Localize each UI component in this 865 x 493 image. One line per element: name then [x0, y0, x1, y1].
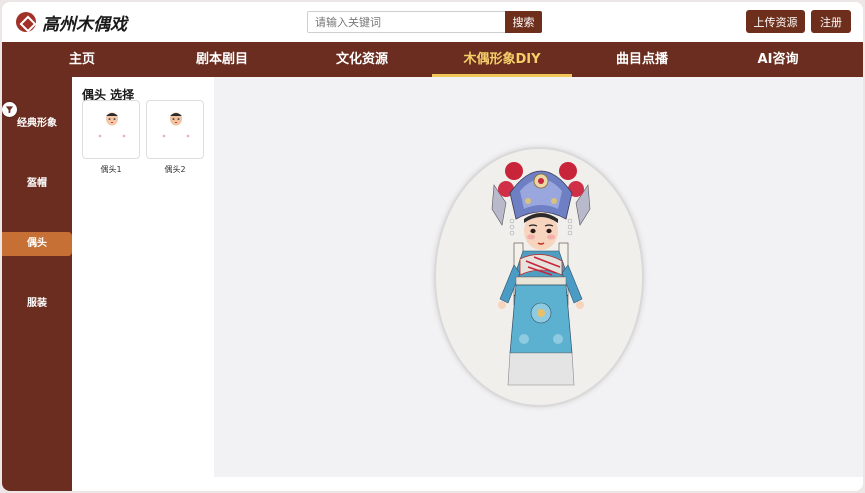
category-puppet-heads[interactable]: 偶头 — [2, 232, 72, 256]
app-window: 高州木偶戏 搜索 上传资源 注册 主页 剧本剧目 文化资源 木偶形象DIY 曲目… — [2, 2, 863, 491]
puppet-head-thumbnail-icon — [162, 112, 190, 138]
main-nav: 主页 剧本剧目 文化资源 木偶形象DIY 曲目点播 AI咨询 — [2, 42, 863, 77]
head-option-2-label: 偶头2 — [164, 165, 186, 174]
nav-culture-resources[interactable]: 文化资源 — [312, 42, 412, 77]
search-button[interactable]: 搜索 — [505, 11, 542, 33]
puppet-figure-image — [491, 162, 591, 386]
logo-emblem-icon — [16, 12, 36, 32]
nav-music-on-demand[interactable]: 曲目点播 — [592, 42, 692, 77]
search-bar: 搜索 — [307, 11, 542, 33]
site-logo[interactable]: 高州木偶戏 — [16, 10, 127, 35]
puppet-head-thumbnail-icon — [98, 112, 126, 138]
filter-icon — [5, 106, 14, 114]
head-option-1[interactable] — [82, 100, 140, 159]
head-option-1-label: 偶头1 — [100, 165, 122, 174]
register-button[interactable]: 注册 — [811, 10, 851, 33]
logo-text: 高州木偶戏 — [42, 14, 127, 35]
diy-canvas — [214, 77, 863, 477]
head-selector-panel: 偶头 选择 偶头1 偶头2 — [72, 77, 214, 477]
search-input[interactable] — [307, 11, 505, 33]
nav-puppet-diy[interactable]: 木偶形象DIY — [432, 42, 572, 77]
category-costumes[interactable]: 服装 — [2, 292, 72, 316]
upload-resource-button[interactable]: 上传资源 — [746, 10, 805, 33]
nav-ai-consult[interactable]: AI咨询 — [728, 42, 828, 77]
nav-home[interactable]: 主页 — [32, 42, 132, 77]
top-header: 高州木偶戏 搜索 上传资源 注册 — [2, 2, 863, 42]
head-option-2[interactable] — [146, 100, 204, 159]
category-helmets[interactable]: 盔帽 — [2, 172, 72, 196]
nav-scripts[interactable]: 剧本剧目 — [172, 42, 272, 77]
sidebar-collapse-button[interactable] — [2, 102, 17, 117]
category-sidebar: 经典形象 盔帽 偶头 服装 — [2, 77, 72, 491]
